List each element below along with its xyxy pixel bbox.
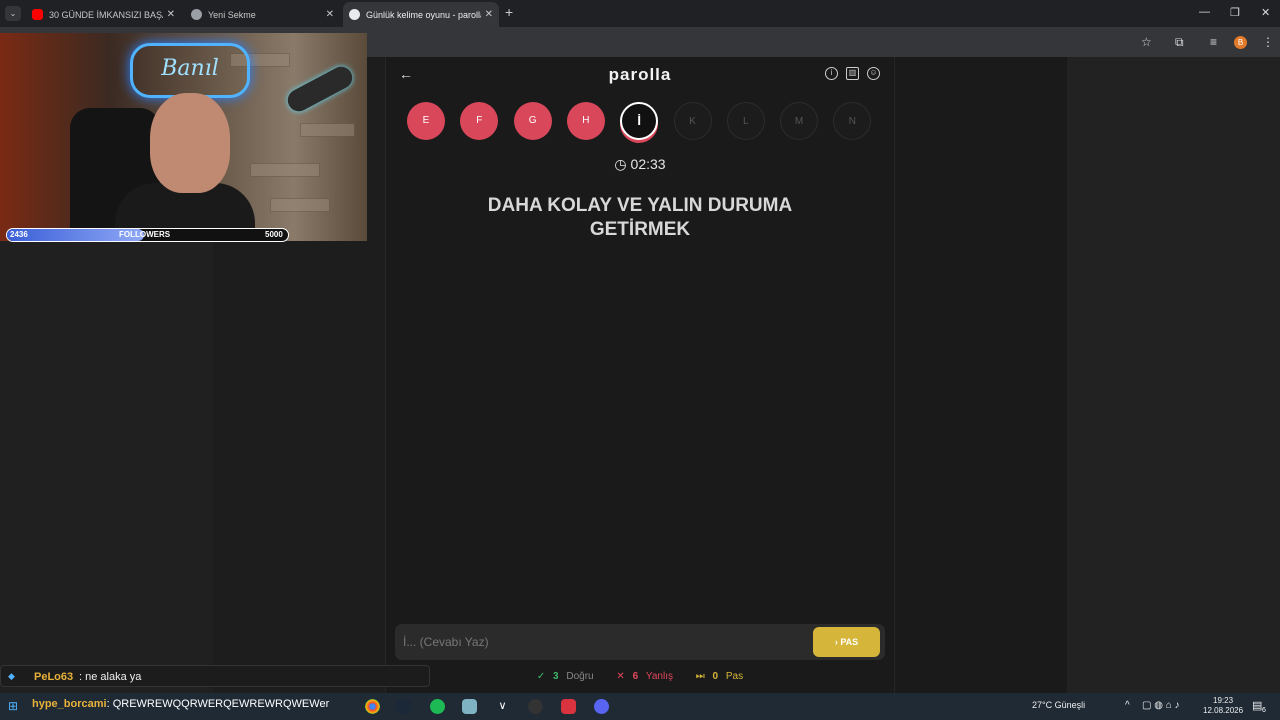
browser-tab-bar: ⌄ 30 GÜNDE İMKANSIZI BAŞARM ✕ Yeni Sekme… — [0, 0, 1280, 27]
close-icon[interactable]: ✕ — [167, 9, 175, 20]
letter-circle-4: H — [566, 102, 605, 140]
correct-stat: ✓ 3 Doğru — [536, 671, 594, 682]
taskbar-chat-overlay: hype_borcami: QREWREWQQRWERQEWREWRQWEWer — [32, 698, 329, 710]
chat-message: ◆ PeLo63 : ne alaka ya — [0, 665, 430, 687]
user-icon[interactable]: ☺ — [867, 67, 880, 80]
youtube-icon — [32, 9, 43, 20]
tray-icons[interactable]: ▢ ◍ ⌂ ♪ — [1142, 700, 1180, 711]
followers-goal: 5000 — [265, 230, 283, 239]
letter-circle-9: N — [833, 102, 872, 140]
clock-time: 19:23 — [1213, 696, 1234, 705]
media-control-icon[interactable]: ≡ — [1210, 35, 1217, 49]
clock-icon: ◷ — [614, 156, 627, 172]
tab-search-button[interactable]: ⌄ — [5, 6, 21, 21]
stats-icon[interactable]: ▥ — [846, 67, 859, 80]
tab-parolla[interactable]: Günlük kelime oyunu - parolla ✕ — [343, 2, 499, 27]
tab-new[interactable]: Yeni Sekme ✕ — [185, 2, 340, 27]
chevron-right-icon: › — [834, 637, 838, 647]
close-icon[interactable]: ✕ — [485, 9, 493, 20]
chat-text: : ne alaka ya — [79, 671, 142, 683]
timer-value: 02:33 — [630, 156, 666, 172]
wrong-stat: ✕ 6 Yanlış — [616, 671, 673, 682]
letter-circle-8: M — [780, 102, 819, 140]
weather-widget[interactable]: 27°C Güneşli — [1032, 700, 1085, 710]
obs-icon[interactable] — [528, 699, 543, 714]
close-window-icon[interactable]: ✕ — [1261, 6, 1270, 19]
media-player-icon[interactable] — [561, 699, 576, 714]
tab-title: Yeni Sekme — [208, 9, 256, 20]
bookmark-star-icon[interactable]: ☆ — [1141, 35, 1152, 49]
timer: ◷ 02:33 — [385, 156, 895, 173]
extensions-icon[interactable]: ⧉ — [1175, 35, 1184, 50]
restore-icon[interactable]: ❐ — [1230, 6, 1240, 19]
page-title: parolla — [608, 65, 672, 84]
notification-icon[interactable]: ▤ — [1252, 699, 1262, 712]
microphone — [283, 62, 357, 116]
answer-box: › PAS — [395, 624, 885, 660]
steam-icon[interactable] — [396, 699, 411, 714]
score-stats: ✓ 3 Doğru ✕ 6 Yanlış ⏭ 0 Pas — [385, 671, 895, 682]
discord-icon[interactable] — [594, 699, 609, 714]
notes-app-icon[interactable] — [462, 699, 477, 714]
chrome-icon[interactable] — [365, 699, 380, 714]
cross-icon: ✕ — [616, 671, 625, 682]
letter-circle-2: F — [460, 102, 499, 140]
letter-circle-7: L — [726, 102, 765, 140]
webcam-overlay: Banıl — [0, 33, 367, 241]
question-clue: DAHA KOLAY VE YALIN DURUMA GETİRMEK — [487, 195, 793, 240]
followers-current: 2436 — [10, 230, 28, 239]
taskbar-chat-text: : QREWREWQQRWERQEWREWRQWEWer — [106, 698, 330, 710]
spotify-icon[interactable] — [430, 699, 445, 714]
chat-username: PeLo63 — [34, 671, 74, 683]
profile-avatar[interactable]: B — [1234, 36, 1247, 49]
clock-date: 12.08.2026 — [1203, 706, 1244, 715]
badge-icon: ◆ — [8, 671, 15, 681]
page-gutter-right — [895, 57, 1067, 693]
letter-circle-3: G — [513, 102, 552, 140]
parolla-favicon-icon — [349, 9, 360, 20]
skip-icon: ⏭ — [695, 671, 705, 682]
notification-count: 6 — [1262, 707, 1266, 714]
letter-circle-6: K — [673, 102, 712, 140]
wall-brick — [270, 198, 330, 212]
game-container — [385, 57, 895, 693]
wall-brick — [300, 123, 355, 137]
pas-label: PAS — [840, 637, 859, 647]
pas-button[interactable]: › PAS — [813, 627, 880, 657]
tab-title: 30 GÜNDE İMKANSIZI BAŞARM — [49, 9, 163, 20]
system-clock[interactable]: 19:23 12.08.2026 — [1203, 696, 1243, 716]
new-tab-button[interactable]: + — [505, 4, 513, 20]
followers-label: FOLLOWERS — [119, 230, 171, 239]
windows-start-icon[interactable]: ⊞ — [8, 699, 18, 713]
letter-progress: EFGHİKLMN — [407, 102, 887, 142]
letter-circle-1: E — [407, 102, 445, 140]
tray-chevron-icon[interactable]: ^ — [1125, 700, 1130, 711]
game-header: ← parolla i ▥ ☺ — [385, 57, 895, 93]
page-right-panel — [1067, 57, 1280, 693]
tab-title: Günlük kelime oyunu - parolla — [366, 9, 481, 20]
info-icon[interactable]: i — [825, 67, 838, 80]
pass-stat: ⏭ 0 Pas — [695, 671, 744, 682]
neon-sign: Banıl — [130, 43, 250, 98]
wall-brick — [250, 163, 320, 177]
letter-circle-5: İ — [620, 102, 659, 140]
taskbar-chat-user: hype_borcami — [32, 698, 107, 710]
check-icon: ✓ — [536, 671, 546, 682]
windows-taskbar: ⊞ hype_borcami: QREWREWQQRWERQEWREWRQWEW… — [0, 693, 1280, 720]
globe-icon — [191, 9, 202, 20]
tab-youtube[interactable]: 30 GÜNDE İMKANSIZI BAŞARM ✕ — [26, 2, 181, 27]
menu-icon[interactable]: ⋮ — [1262, 35, 1274, 49]
minimize-icon[interactable]: — — [1199, 6, 1210, 18]
answer-input[interactable] — [403, 632, 803, 652]
streamer-head — [150, 93, 230, 193]
vpn-icon[interactable]: ∨ — [495, 699, 510, 714]
close-icon[interactable]: ✕ — [326, 9, 334, 20]
follower-goal-bar: 2436 FOLLOWERS 5000 — [6, 228, 289, 242]
